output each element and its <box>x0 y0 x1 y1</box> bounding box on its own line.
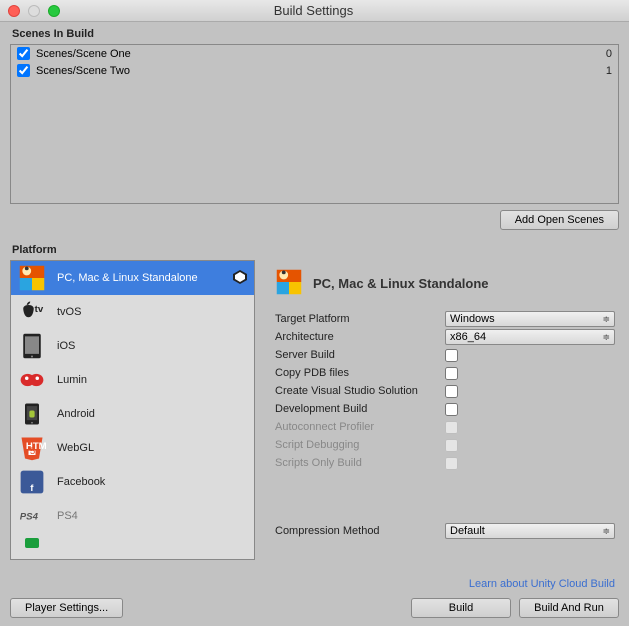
titlebar: Build Settings <box>0 0 629 22</box>
scene-checkbox[interactable] <box>17 64 30 77</box>
compression-label: Compression Method <box>275 525 445 537</box>
scene-checkbox[interactable] <box>17 47 30 60</box>
cloud-build-link[interactable]: Learn about Unity Cloud Build <box>469 578 615 590</box>
platform-label: PS4 <box>57 510 78 522</box>
server-build-checkbox[interactable] <box>445 349 458 362</box>
scenes-list[interactable]: Scenes/Scene One 0 Scenes/Scene Two 1 <box>10 44 619 204</box>
autoconnect-checkbox <box>445 421 458 434</box>
copy-pdb-checkbox[interactable] <box>445 367 458 380</box>
architecture-dropdown[interactable]: x86_64 <box>445 329 615 345</box>
scene-row[interactable]: Scenes/Scene Two 1 <box>11 62 618 79</box>
standalone-icon <box>275 268 303 299</box>
svg-text:5: 5 <box>30 446 35 457</box>
platform-header: Platform <box>10 238 629 260</box>
platform-details: PC, Mac & Linux Standalone Target Platfo… <box>275 260 629 560</box>
bottom-bar: Player Settings... Build Build And Run <box>0 590 629 626</box>
create-vs-checkbox[interactable] <box>445 385 458 398</box>
architecture-label: Architecture <box>275 331 445 343</box>
platform-item-standalone[interactable]: PC, Mac & Linux Standalone <box>11 261 254 295</box>
target-platform-label: Target Platform <box>275 313 445 325</box>
dev-build-checkbox[interactable] <box>445 403 458 416</box>
scripts-only-label: Scripts Only Build <box>275 457 445 469</box>
platform-list[interactable]: PC, Mac & Linux Standalone tv tvOS iOS <box>10 260 255 560</box>
platform-label: Facebook <box>57 476 105 488</box>
add-open-scenes-button[interactable]: Add Open Scenes <box>500 210 619 230</box>
platform-item-webgl[interactable]: HTML5 WebGL <box>11 431 254 465</box>
scripts-only-checkbox <box>445 457 458 470</box>
platform-item-ps4[interactable]: PS4 PS4 <box>11 499 254 533</box>
details-header-label: PC, Mac & Linux Standalone <box>313 276 489 291</box>
lumin-icon <box>17 365 47 395</box>
compression-dropdown[interactable]: Default <box>445 523 615 539</box>
webgl-icon: HTML5 <box>17 433 47 463</box>
platform-item-ios[interactable]: iOS <box>11 329 254 363</box>
scenes-in-build-header: Scenes In Build <box>0 22 629 44</box>
dev-build-label: Development Build <box>275 403 445 415</box>
server-build-label: Server Build <box>275 349 445 361</box>
more-platform-icon <box>17 528 47 558</box>
android-icon <box>17 399 47 429</box>
platform-item-more[interactable] <box>11 533 254 553</box>
platform-item-lumin[interactable]: Lumin <box>11 363 254 397</box>
platform-item-android[interactable]: Android <box>11 397 254 431</box>
scene-row[interactable]: Scenes/Scene One 0 <box>11 45 618 62</box>
scene-path: Scenes/Scene Two <box>36 65 130 77</box>
script-debug-label: Script Debugging <box>275 439 445 451</box>
standalone-icon <box>17 263 47 293</box>
target-platform-dropdown[interactable]: Windows <box>445 311 615 327</box>
player-settings-button[interactable]: Player Settings... <box>10 598 123 618</box>
platform-item-facebook[interactable]: f Facebook <box>11 465 254 499</box>
autoconnect-label: Autoconnect Profiler <box>275 421 445 433</box>
script-debug-checkbox <box>445 439 458 452</box>
svg-text:PS4: PS4 <box>20 512 39 523</box>
svg-text:tv: tv <box>35 304 44 315</box>
create-vs-label: Create Visual Studio Solution <box>275 385 445 397</box>
facebook-icon: f <box>17 467 47 497</box>
ps4-icon: PS4 <box>17 501 47 531</box>
window-title: Build Settings <box>6 3 621 18</box>
scene-index: 1 <box>606 65 612 77</box>
tvos-icon: tv <box>17 297 47 327</box>
unity-icon <box>232 269 248 288</box>
scene-index: 0 <box>606 48 612 60</box>
platform-label: tvOS <box>57 306 81 318</box>
platform-item-tvos[interactable]: tv tvOS <box>11 295 254 329</box>
ios-icon <box>17 331 47 361</box>
platform-label: WebGL <box>57 442 94 454</box>
scene-path: Scenes/Scene One <box>36 48 131 60</box>
build-and-run-button[interactable]: Build And Run <box>519 598 619 618</box>
platform-label: Lumin <box>57 374 87 386</box>
platform-label: iOS <box>57 340 75 352</box>
platform-label: Android <box>57 408 95 420</box>
build-button[interactable]: Build <box>411 598 511 618</box>
copy-pdb-label: Copy PDB files <box>275 367 445 379</box>
svg-text:HTML: HTML <box>26 441 46 452</box>
platform-label: PC, Mac & Linux Standalone <box>57 272 198 284</box>
